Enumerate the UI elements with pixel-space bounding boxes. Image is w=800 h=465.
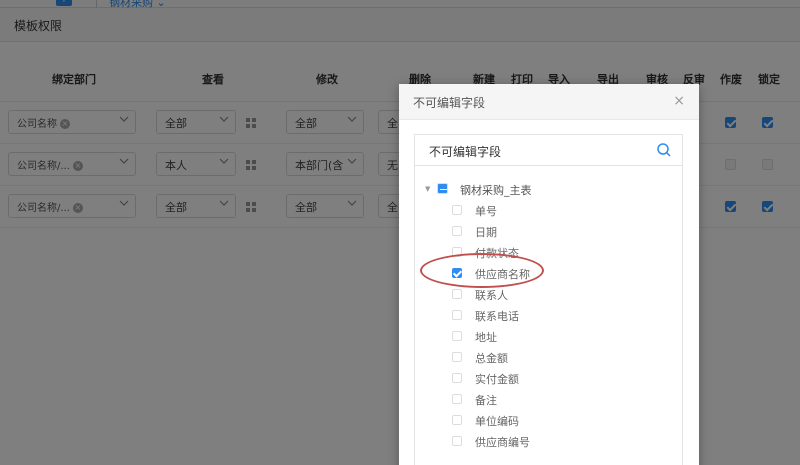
tree-item-contact[interactable]: 联系人	[415, 284, 684, 304]
caret-down-icon[interactable]: ▼	[425, 185, 430, 193]
dialog-header: 不可编辑字段 ×	[399, 84, 699, 120]
tree-item-order-no[interactable]: 单号	[415, 200, 684, 220]
root-indeterminate-checkbox[interactable]	[437, 183, 448, 194]
tree-item-checkbox[interactable]	[452, 310, 462, 320]
tree-item-label: 备注	[475, 394, 497, 407]
tree-item-checkbox[interactable]	[452, 352, 462, 362]
tree-item-checkbox[interactable]	[452, 415, 462, 425]
tree-item-checkbox[interactable]	[452, 394, 462, 404]
tree-item-label: 实付金额	[475, 373, 519, 386]
tree-item-checkbox[interactable]	[452, 289, 462, 299]
tree-item-label: 总金额	[475, 352, 508, 365]
tree-item-label: 供应商编号	[475, 436, 530, 449]
field-search-value: 不可编辑字段	[429, 145, 502, 159]
tree-item-checkbox[interactable]	[452, 205, 462, 215]
tree-item-checkbox[interactable]	[452, 226, 462, 236]
tree-item-checkbox[interactable]	[452, 373, 462, 383]
tree-root-node[interactable]: ▼ 钢材采购_主表	[415, 179, 684, 199]
tree-item-label: 单位编码	[475, 415, 519, 428]
tree-item-unit-code[interactable]: 单位编码	[415, 410, 684, 430]
tree-item-checkbox[interactable]	[452, 436, 462, 446]
search-icon[interactable]	[656, 142, 672, 158]
tree-item-label: 地址	[475, 331, 497, 344]
field-search-input[interactable]: 不可编辑字段	[414, 134, 683, 166]
tree-item-paid-amount[interactable]: 实付金额	[415, 368, 684, 388]
tree-item-label: 联系人	[475, 289, 508, 302]
tree-item-phone[interactable]: 联系电话	[415, 305, 684, 325]
tree-item-total-amount[interactable]: 总金额	[415, 347, 684, 367]
tree-item-supplier-no[interactable]: 供应商编号	[415, 431, 684, 451]
tree-item-label: 单号	[475, 205, 497, 218]
field-tree: ▼ 钢材采购_主表 单号 日期 付款状态 供应商名称 联系人 联系电话 地址 总…	[414, 166, 683, 465]
dialog-title: 不可编辑字段	[413, 96, 486, 110]
highlight-annotation	[420, 253, 544, 288]
close-icon[interactable]: ×	[673, 93, 685, 109]
tree-item-label: 联系电话	[475, 310, 519, 323]
tree-item-address[interactable]: 地址	[415, 326, 684, 346]
tree-item-checkbox[interactable]	[452, 331, 462, 341]
tree-item-label: 日期	[475, 226, 497, 239]
tree-item-date[interactable]: 日期	[415, 221, 684, 241]
tree-root-label: 钢材采购_主表	[460, 184, 532, 197]
tree-item-remark[interactable]: 备注	[415, 389, 684, 409]
